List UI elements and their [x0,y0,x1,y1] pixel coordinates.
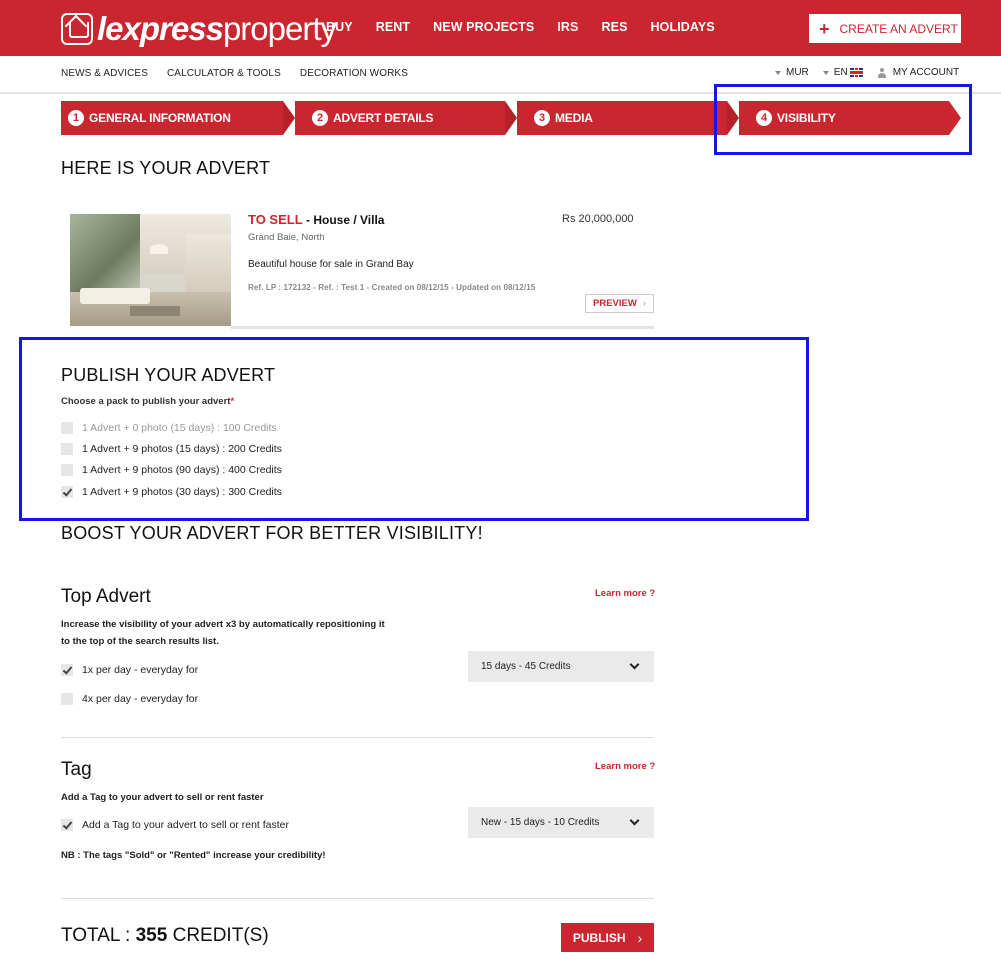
step-label: MEDIA [555,111,593,125]
preview-label: PREVIEW [593,298,637,309]
chevron-down-icon [629,815,640,826]
subnav-calculator[interactable]: CALCULATOR & TOOLS [167,68,281,79]
step-number: 2 [312,110,328,126]
top-bar: lexpressproperty BUY RENT NEW PROJECTS I… [0,0,1001,56]
section-divider [61,898,654,899]
tag-title: Tag [61,759,92,780]
subnav-decoration[interactable]: DECORATION WORKS [300,68,408,79]
total-credits: TOTAL : 355 CREDIT(S) [61,925,269,946]
advert-heading: HERE IS YOUR ADVERT [61,158,271,178]
advert-status: TO SELL [248,212,303,227]
publish-button[interactable]: PUBLISH › [561,923,654,952]
logo[interactable]: lexpressproperty [61,9,337,49]
top-advert-duration-select[interactable]: 15 days - 45 Credits [468,651,654,682]
chevron-right-icon: › [637,929,643,946]
nav-holidays[interactable]: HOLIDAYS [651,20,715,34]
top-advert-option-2[interactable]: 4x per day - everyday for [61,693,198,705]
boost-heading: BOOST YOUR ADVERT FOR BETTER VISIBILITY! [61,523,483,543]
advert-photo[interactable] [70,214,231,326]
top-advert-title: Top Advert [61,586,151,607]
select-value: New - 15 days - 10 Credits [481,817,600,828]
advert-reference: Ref. LP : 172132 - Ref. : Test 1 - Creat… [248,283,536,292]
step-advert-details[interactable]: 2 ADVERT DETAILS [295,101,505,135]
step-label: GENERAL INFORMATION [89,111,231,125]
nav-buy[interactable]: BUY [326,20,353,34]
create-advert-label: CREATE AN ADVERT [839,21,958,36]
step-separator [283,101,295,135]
logo-text: lexpressproperty [97,10,337,47]
top-advert-learn-more[interactable]: Learn more ? [595,588,655,599]
top-advert-option-label: 4x per day - everyday for [82,693,199,705]
uk-flag-icon [849,68,863,77]
caret-down-icon [822,70,829,75]
my-account-link[interactable]: MY ACCOUNT [893,67,960,78]
house-logo-icon [61,13,93,45]
main-nav: BUY RENT NEW PROJECTS IRS RES HOLIDAYS [326,20,738,34]
nav-irs[interactable]: IRS [557,20,578,34]
caret-down-icon [775,70,781,75]
section-divider [61,737,654,738]
tag-select[interactable]: New - 15 days - 10 Credits [468,807,654,838]
highlight-publish-section [19,337,809,521]
chevron-right-icon: › [642,298,646,309]
top-advert-description: Increase the visibility of your advert x… [61,619,385,647]
create-advert-button[interactable]: + CREATE AN ADVERT [809,14,961,43]
highlight-visibility-step [714,84,972,155]
step-number: 3 [534,110,550,126]
step-label: ADVERT DETAILS [333,111,434,125]
secondary-nav: NEWS & ADVICES CALCULATOR & TOOLS DECORA… [61,68,427,79]
user-tools: MUR EN MY ACCOUNT [775,67,959,78]
top-advert-option-label: 1x per day - everyday for [82,664,199,676]
checkbox[interactable] [61,693,73,705]
advert-location: Grand Baie, North [248,232,325,243]
subnav-news[interactable]: NEWS & ADVICES [61,68,148,79]
currency-selector[interactable]: MUR [786,67,809,78]
step-media[interactable]: 3 MEDIA [517,101,727,135]
checkbox-checked[interactable] [61,819,73,831]
tag-option[interactable]: Add a Tag to your advert to sell or rent… [61,819,289,831]
advert-title: TO SELL - House / Villa [248,212,384,227]
tag-option-label: Add a Tag to your advert to sell or rent… [82,819,290,831]
nav-new-projects[interactable]: NEW PROJECTS [433,20,534,34]
total-value: 355 [135,925,168,946]
user-icon [877,67,887,78]
preview-button[interactable]: PREVIEW › [585,294,654,313]
card-divider [231,326,654,329]
nav-rent[interactable]: RENT [376,20,410,34]
step-separator [505,101,517,135]
tag-description: Add a Tag to your advert to sell or rent… [61,792,264,803]
tag-note: NB : The tags "Sold" or "Rented" increas… [61,850,326,861]
step-general-information[interactable]: 1 GENERAL INFORMATION [61,101,283,135]
advert-price: Rs 20,000,000 [562,213,634,225]
plus-icon: + [819,18,830,39]
language-selector[interactable]: EN [834,67,848,78]
checkbox-checked[interactable] [61,664,73,676]
nav-res[interactable]: RES [602,20,628,34]
step-number: 1 [68,110,84,126]
chevron-down-icon [629,659,640,670]
tag-learn-more[interactable]: Learn more ? [595,761,655,772]
select-value: 15 days - 45 Credits [481,661,571,672]
advert-kind: - House / Villa [302,213,385,227]
top-advert-option-1[interactable]: 1x per day - everyday for [61,664,198,676]
advert-description: Beautiful house for sale in Grand Bay [248,259,414,270]
publish-label: PUBLISH [572,930,626,945]
